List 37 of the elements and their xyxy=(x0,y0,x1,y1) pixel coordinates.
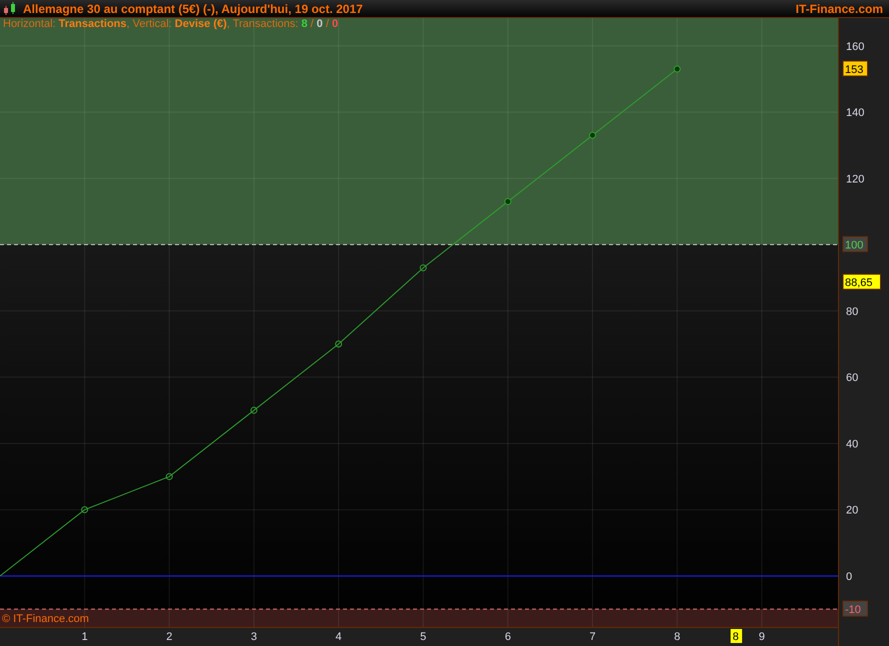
data-point xyxy=(674,66,681,73)
x-tick-label: 1 xyxy=(82,631,88,643)
data-point xyxy=(81,506,88,514)
x-tick-label: 3 xyxy=(250,631,257,643)
brand-name: IT-Finance.com xyxy=(796,2,883,16)
y-tick-label: 0 xyxy=(846,570,852,583)
value-badge: 8 xyxy=(730,629,742,643)
data-point xyxy=(250,406,258,414)
window-title: Allemagne 30 au comptant (5€) (-), Aujourd'hui, 19 oct. 2017 xyxy=(23,2,364,16)
y-tick-label: 120 xyxy=(846,173,864,186)
data-point xyxy=(589,132,596,139)
data-point xyxy=(335,340,342,348)
legend-text: Horizontal: Transactions, Vertical: Devise (€), Transactions: 8 / 0 / 0 xyxy=(3,18,338,30)
x-tick-label: 2 xyxy=(166,631,172,643)
data-point xyxy=(504,198,512,206)
x-tick-label: 9 xyxy=(758,631,765,643)
data-point xyxy=(420,264,427,272)
data-point xyxy=(166,473,173,480)
x-tick-label: 4 xyxy=(336,631,342,643)
y-tick-label: 160 xyxy=(846,40,864,53)
candlestick-icon xyxy=(3,2,17,16)
x-tick-label: 6 xyxy=(504,631,511,643)
value-badge: 88,65 xyxy=(842,274,881,290)
x-tick-label: 7 xyxy=(589,631,596,643)
level-badge: -10 xyxy=(842,600,868,617)
ref-line-label: -10 xyxy=(845,604,861,616)
y-tick-label: 140 xyxy=(846,107,864,120)
copyright-text: © IT-Finance.com xyxy=(2,613,89,625)
value-badge: 153 xyxy=(842,60,868,77)
ref-line-label: 100 xyxy=(845,240,864,252)
y-tick-label: 40 xyxy=(846,438,858,450)
x-tick-label: 8 xyxy=(674,631,680,643)
y-tick-label: 80 xyxy=(846,306,858,318)
y-tick-label: 60 xyxy=(846,372,858,384)
y-tick-label: 20 xyxy=(846,504,858,517)
x-tick-label: 5 xyxy=(420,631,426,643)
level-badge: 100 xyxy=(842,236,868,252)
